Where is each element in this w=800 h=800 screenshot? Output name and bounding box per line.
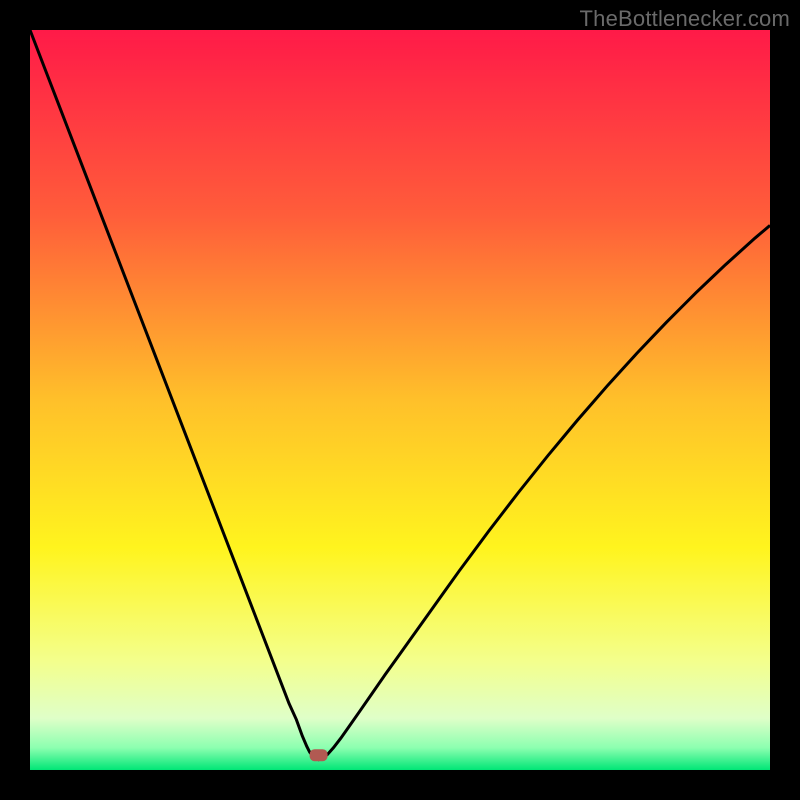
data-marker bbox=[310, 749, 328, 761]
chart-svg bbox=[30, 30, 770, 770]
plot-area bbox=[30, 30, 770, 770]
chart-frame: TheBottlenecker.com bbox=[0, 0, 800, 800]
watermark-text: TheBottlenecker.com bbox=[580, 6, 790, 32]
chart-background bbox=[30, 30, 770, 770]
